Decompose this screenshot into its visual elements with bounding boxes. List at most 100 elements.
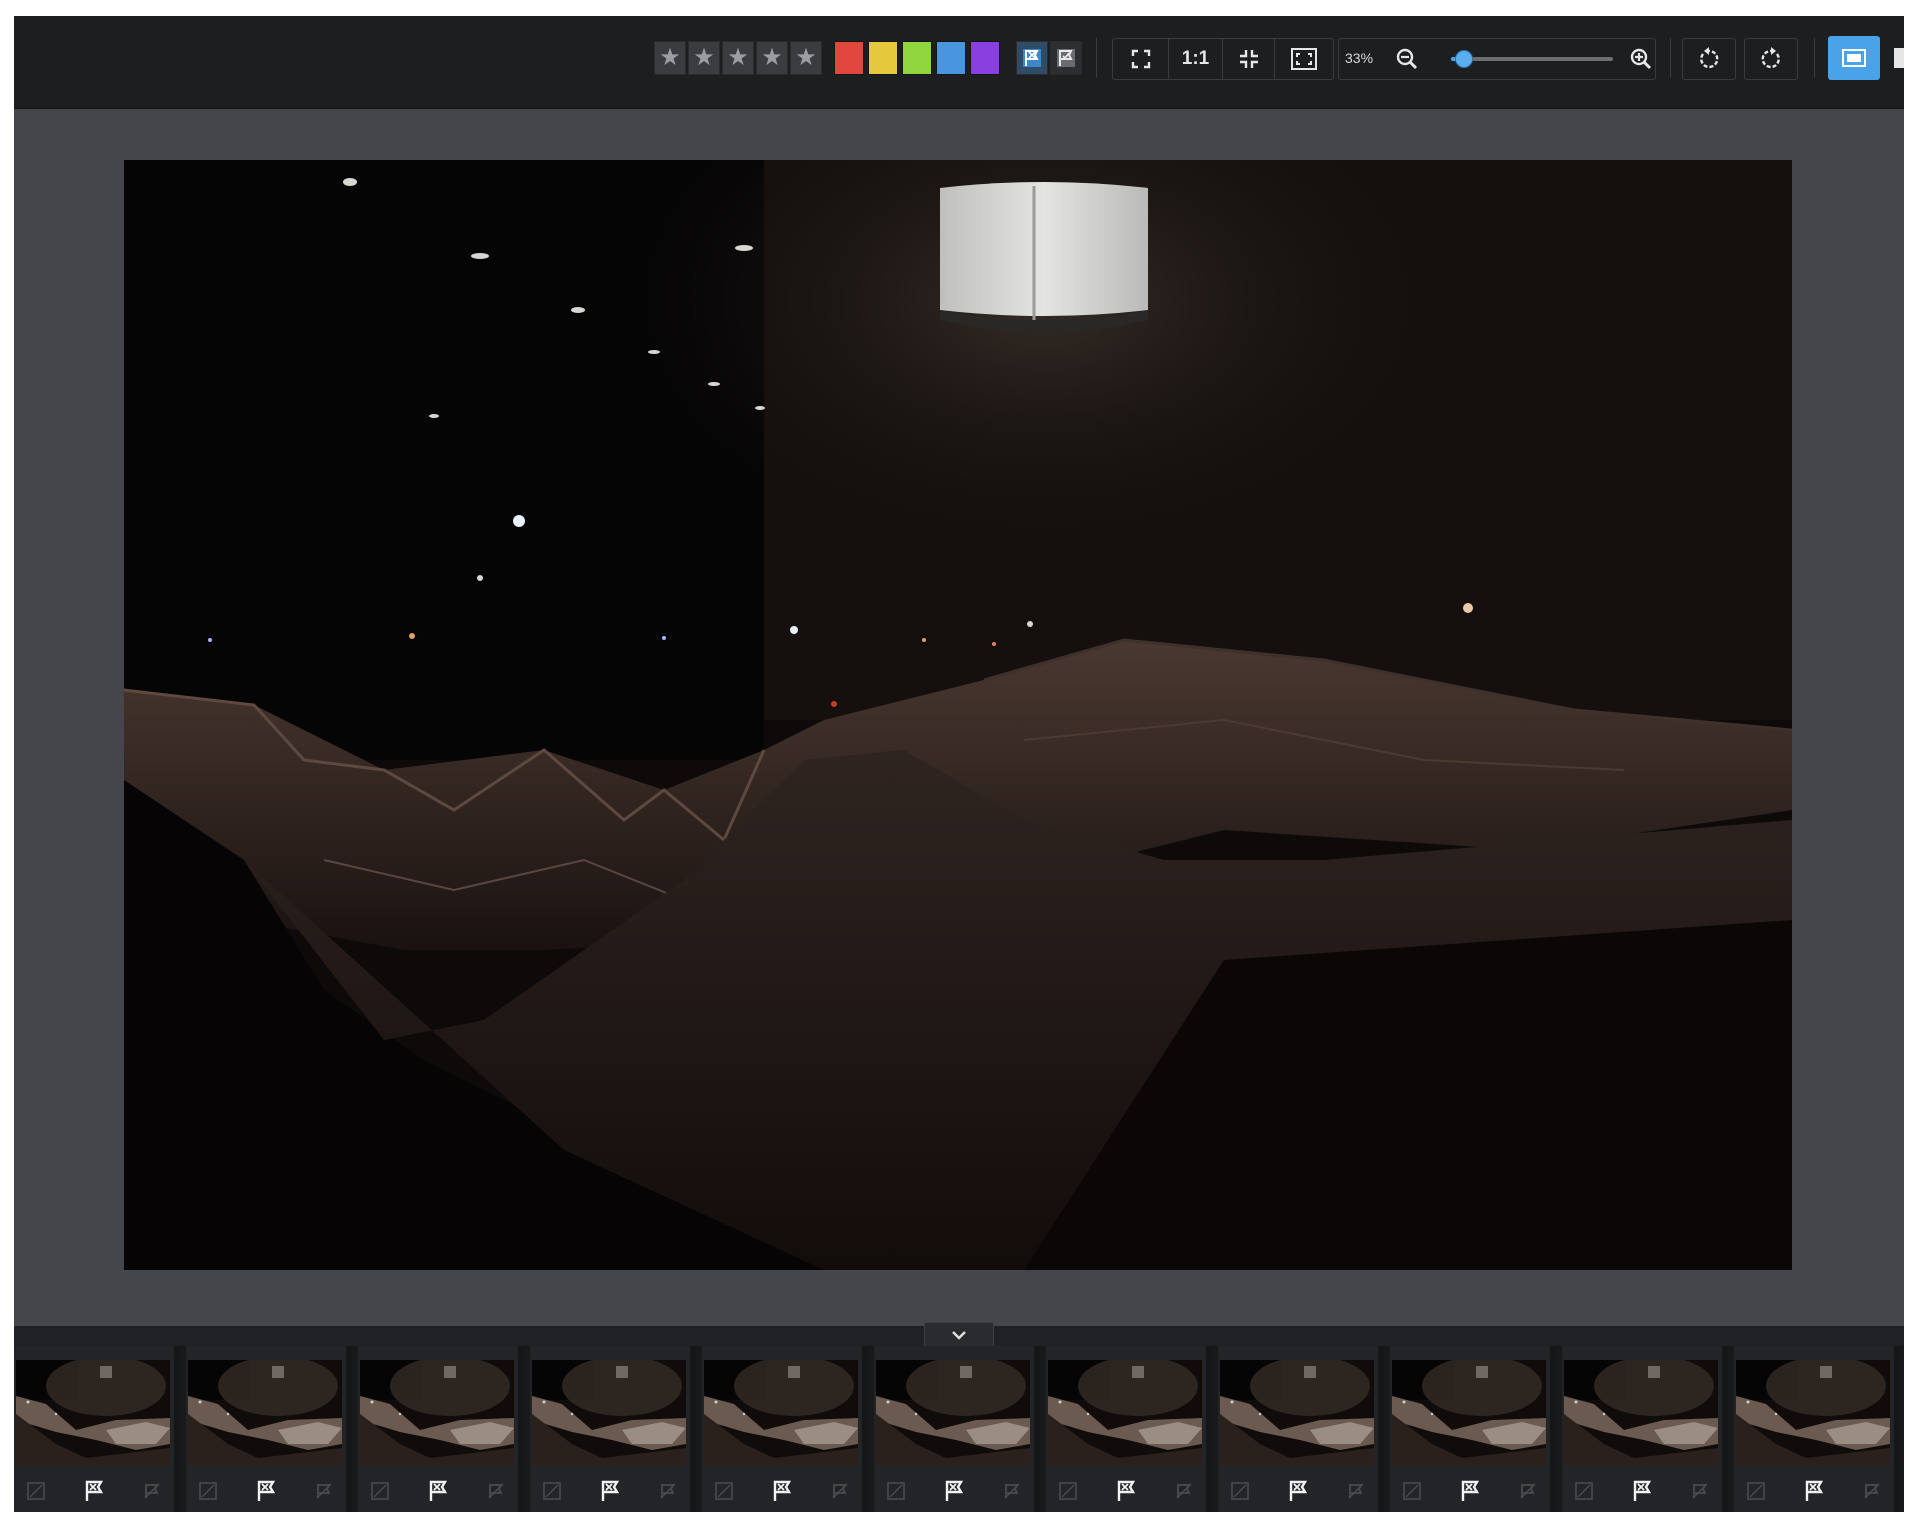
- no-flag-icon: [1231, 1482, 1249, 1500]
- thumbnail-reject-flag-button[interactable]: [312, 1479, 336, 1503]
- filmstrip-thumbnail[interactable]: [1390, 1346, 1556, 1512]
- thumbnail-pick-flag-button[interactable]: [942, 1479, 966, 1503]
- filmstrip: [14, 1346, 1904, 1512]
- thumbnail-pick-flag-button[interactable]: [1114, 1479, 1138, 1503]
- thumbnail-image[interactable]: [704, 1360, 858, 1466]
- thumbnail-no-flag-button[interactable]: [1228, 1479, 1252, 1503]
- filmstrip-thumbnail[interactable]: [358, 1346, 524, 1512]
- no-flag-icon: [887, 1482, 905, 1500]
- thumbnail-reject-flag-button[interactable]: [1688, 1479, 1712, 1503]
- star-4-button[interactable]: ★: [756, 41, 788, 75]
- thumbnail-reject-flag-button[interactable]: [828, 1479, 852, 1503]
- thumbnail-reject-flag-button[interactable]: [484, 1479, 508, 1503]
- thumbnail-no-flag-button[interactable]: [1744, 1479, 1768, 1503]
- thumbnail-no-flag-button[interactable]: [712, 1479, 736, 1503]
- thumbnail-no-flag-button[interactable]: [24, 1479, 48, 1503]
- thumbnail-reject-flag-button[interactable]: [1000, 1479, 1024, 1503]
- flag-rejected-icon: [1348, 1483, 1364, 1499]
- flag-picked-icon: [601, 1480, 620, 1501]
- flag-picked-button[interactable]: [1016, 41, 1048, 75]
- actual-size-button[interactable]: 1:1: [1169, 39, 1223, 79]
- single-view-button[interactable]: [1828, 36, 1880, 80]
- star-2-button[interactable]: ★: [688, 41, 720, 75]
- zoom-in-icon: [1630, 48, 1652, 70]
- filmstrip-thumbnail[interactable]: [1218, 1346, 1384, 1512]
- thumbnail-image[interactable]: [16, 1360, 170, 1466]
- filmstrip-collapse-button[interactable]: [924, 1322, 994, 1346]
- thumbnail-reject-flag-button[interactable]: [1516, 1479, 1540, 1503]
- star-3-button[interactable]: ★: [722, 41, 754, 75]
- thumbnail-image[interactable]: [1220, 1360, 1374, 1466]
- thumbnail-no-flag-button[interactable]: [540, 1479, 564, 1503]
- zoom-slider-handle[interactable]: [1455, 50, 1474, 68]
- filmstrip-thumbnail[interactable]: [14, 1346, 180, 1512]
- fullscreen-button[interactable]: [1113, 39, 1169, 79]
- chevron-down-icon: [952, 1330, 966, 1340]
- thumbnail-no-flag-button[interactable]: [368, 1479, 392, 1503]
- filmstrip-thumbnail[interactable]: [702, 1346, 868, 1512]
- color-label-blue[interactable]: [936, 41, 966, 75]
- filmstrip-thumbnail[interactable]: [530, 1346, 696, 1512]
- flag-picked-icon: [1805, 1480, 1824, 1501]
- rotate-right-button[interactable]: [1744, 38, 1798, 80]
- rotate-left-button[interactable]: [1682, 38, 1736, 80]
- filmstrip-thumbnail[interactable]: [186, 1346, 352, 1512]
- thumbnail-reject-flag-button[interactable]: [140, 1479, 164, 1503]
- thumbnail-image[interactable]: [360, 1360, 514, 1466]
- thumbnail-flag-bar: [1046, 1474, 1206, 1508]
- shrink-button[interactable]: [1223, 39, 1275, 79]
- thumbnail-image[interactable]: [1564, 1360, 1718, 1466]
- color-label-red[interactable]: [834, 41, 864, 75]
- filmstrip-thumbnail[interactable]: [1046, 1346, 1212, 1512]
- thumbnail-image[interactable]: [1048, 1360, 1202, 1466]
- thumbnail-image[interactable]: [876, 1360, 1030, 1466]
- filmstrip-thumbnail[interactable]: [874, 1346, 1040, 1512]
- thumbnail-pick-flag-button[interactable]: [1802, 1479, 1826, 1503]
- photo-viewer-app: ★ ★ ★ ★ ★ 1:1 33%: [14, 16, 1904, 1512]
- thumbnail-image[interactable]: [1736, 1360, 1890, 1466]
- main-photo[interactable]: [124, 160, 1792, 1270]
- flag-rejected-button[interactable]: [1050, 41, 1082, 75]
- thumbnail-flag-bar: [530, 1474, 690, 1508]
- thumbnail-pick-flag-button[interactable]: [1630, 1479, 1654, 1503]
- thumbnail-pick-flag-button[interactable]: [82, 1479, 106, 1503]
- flag-rejected-icon: [488, 1483, 504, 1499]
- zoom-slider[interactable]: [1451, 50, 1613, 68]
- thumbnail-image[interactable]: [188, 1360, 342, 1466]
- star-5-button[interactable]: ★: [790, 41, 822, 75]
- star-1-button[interactable]: ★: [654, 41, 686, 75]
- thumbnail-no-flag-button[interactable]: [196, 1479, 220, 1503]
- thumbnail-pick-flag-button[interactable]: [426, 1479, 450, 1503]
- thumbnail-reject-flag-button[interactable]: [1172, 1479, 1196, 1503]
- thumbnail-reject-flag-button[interactable]: [1344, 1479, 1368, 1503]
- compare-view-button[interactable]: [1890, 36, 1904, 80]
- thumbnail-image[interactable]: [1392, 1360, 1546, 1466]
- thumbnail-reject-flag-button[interactable]: [656, 1479, 680, 1503]
- flag-picked-icon: [85, 1480, 104, 1501]
- thumbnail-flag-bar: [186, 1474, 346, 1508]
- thumbnail-pick-flag-button[interactable]: [254, 1479, 278, 1503]
- filmstrip-thumbnail[interactable]: [1734, 1346, 1900, 1512]
- color-label-green[interactable]: [902, 41, 932, 75]
- thumbnail-image[interactable]: [532, 1360, 686, 1466]
- thumbnail-reject-flag-button[interactable]: [1860, 1479, 1884, 1503]
- flag-buttons: [1016, 36, 1084, 80]
- thumbnail-pick-flag-button[interactable]: [770, 1479, 794, 1503]
- thumbnail-flag-bar: [1734, 1474, 1894, 1508]
- thumbnail-no-flag-button[interactable]: [884, 1479, 908, 1503]
- zoom-out-button[interactable]: [1395, 47, 1419, 76]
- filmstrip-thumbnail[interactable]: [1562, 1346, 1728, 1512]
- fit-to-screen-button[interactable]: [1275, 39, 1333, 79]
- thumbnail-no-flag-button[interactable]: [1056, 1479, 1080, 1503]
- thumbnail-no-flag-button[interactable]: [1572, 1479, 1596, 1503]
- color-label-purple[interactable]: [970, 41, 1000, 75]
- thumbnail-pick-flag-button[interactable]: [1458, 1479, 1482, 1503]
- thumbnail-pick-flag-button[interactable]: [1286, 1479, 1310, 1503]
- zoom-in-button[interactable]: [1629, 47, 1653, 76]
- thumbnail-no-flag-button[interactable]: [1400, 1479, 1424, 1503]
- toolbar-divider: [1814, 38, 1815, 78]
- shrink-icon: [1239, 50, 1258, 68]
- flag-picked-icon: [1289, 1480, 1308, 1501]
- color-label-yellow[interactable]: [868, 41, 898, 75]
- thumbnail-pick-flag-button[interactable]: [598, 1479, 622, 1503]
